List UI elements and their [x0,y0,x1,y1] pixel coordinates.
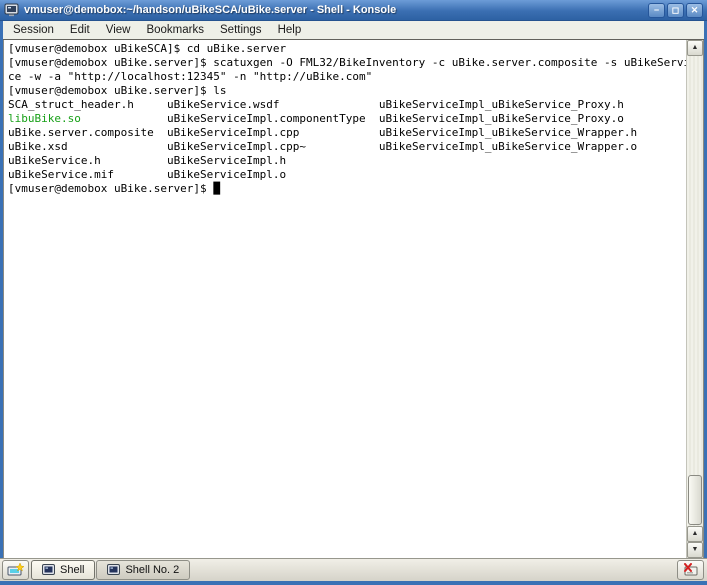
terminal-line: uBike.xsd uBikeServiceImpl.cpp~ uBikeSer… [8,140,686,154]
terminal-line: [vmuser@demobox uBike.server]$ ls [8,84,686,98]
scrollbar[interactable]: ▲ ▲ ▼ [686,40,703,558]
terminal-text-segment: uBikeService.h uBikeServiceImpl.h [8,154,287,167]
tab-label: Shell [60,564,85,576]
terminal-area: [vmuser@demobox uBikeSCA]$ cd uBike.serv… [3,40,704,558]
close-button[interactable]: ✕ [686,2,703,18]
terminal-text-segment: uBike.xsd uBikeServiceImpl.cpp~ uBikeSer… [8,140,638,153]
tab-shell[interactable]: Shell [31,560,96,580]
maximize-button[interactable]: ◻ [667,2,684,18]
terminal-text-segment: SCA_struct_header.h uBikeService.wsdf uB… [8,98,624,111]
terminal-text-segment: uBikeServiceImpl.componentType uBikeServ… [80,112,624,125]
terminal-line: uBikeService.mif uBikeServiceImpl.o [8,168,686,182]
konsole-icon [4,3,19,17]
konsole-window: vmuser@demobox:~/handson/uBikeSCA/uBike.… [0,0,707,585]
menu-item-view[interactable]: View [98,22,139,38]
terminal-line: libuBike.so uBikeServiceImpl.componentTy… [8,112,686,126]
terminal-line: uBikeService.h uBikeServiceImpl.h [8,154,686,168]
scrollbar-track[interactable] [687,56,703,526]
terminal-line: [vmuser@demobox uBikeSCA]$ cd uBike.serv… [8,42,686,56]
menu-item-bookmarks[interactable]: Bookmarks [138,22,212,38]
window-title: vmuser@demobox:~/handson/uBikeSCA/uBike.… [24,4,397,16]
terminal-text-segment: ce -w -a "http://localhost:12345" -n "ht… [8,70,373,83]
tab-list: Shell Shell No. 2 [31,560,191,581]
menu-item-edit[interactable]: Edit [62,22,98,38]
terminal-line: uBike.server.composite uBikeServiceImpl.… [8,126,686,140]
minimize-button[interactable]: − [648,2,665,18]
terminal-text-segment: [vmuser@demobox uBikeSCA]$ cd uBike.serv… [8,42,287,55]
menu-item-help[interactable]: Help [270,22,310,38]
scroll-up-button[interactable]: ▲ [687,40,703,56]
new-session-icon [7,562,25,578]
window-controls: − ◻ ✕ [648,2,703,18]
window-titlebar[interactable]: vmuser@demobox:~/handson/uBikeSCA/uBike.… [0,0,707,21]
scrollbar-thumb[interactable] [688,475,702,525]
terminal-text-segment: uBikeService.mif uBikeServiceImpl.o [8,168,287,181]
terminal-line: ce -w -a "http://localhost:12345" -n "ht… [8,70,686,84]
menu-item-settings[interactable]: Settings [212,22,270,38]
terminal[interactable]: [vmuser@demobox uBikeSCA]$ cd uBike.serv… [4,40,686,558]
terminal-text-segment: [vmuser@demobox uBike.server]$ scatuxgen… [8,56,686,69]
shared-library-filename: libuBike.so [8,112,81,125]
tab-label: Shell No. 2 [125,564,180,576]
terminal-line: [vmuser@demobox uBike.server]$ scatuxgen… [8,56,686,70]
terminal-text-segment: [vmuser@demobox uBike.server]$ [8,182,214,195]
close-session-button[interactable] [677,560,704,580]
new-session-button[interactable] [2,560,29,580]
tab-shell-no-2[interactable]: Shell No. 2 [96,560,191,580]
terminal-text-segment: [vmuser@demobox uBike.server]$ ls [8,84,227,97]
terminal-text-segment: uBike.server.composite uBikeServiceImpl.… [8,126,638,139]
terminal-text: [vmuser@demobox uBikeSCA]$ cd uBike.serv… [8,42,686,196]
menu-item-session[interactable]: Session [5,22,62,38]
tab-bar: Shell Shell No. 2 [0,558,707,581]
scroll-down-button[interactable]: ▼ [687,542,703,558]
close-session-icon [682,563,699,577]
terminal-line: SCA_struct_header.h uBikeService.wsdf uB… [8,98,686,112]
terminal-line: [vmuser@demobox uBike.server]$ █ [8,182,686,196]
konsole-tab-icon [42,564,55,576]
terminal-cursor: █ [213,182,220,195]
konsole-tab-icon [107,564,121,576]
menu-bar: Session Edit View Bookmarks Settings Help [3,21,704,40]
scroll-up-button-bottom[interactable]: ▲ [687,526,703,542]
